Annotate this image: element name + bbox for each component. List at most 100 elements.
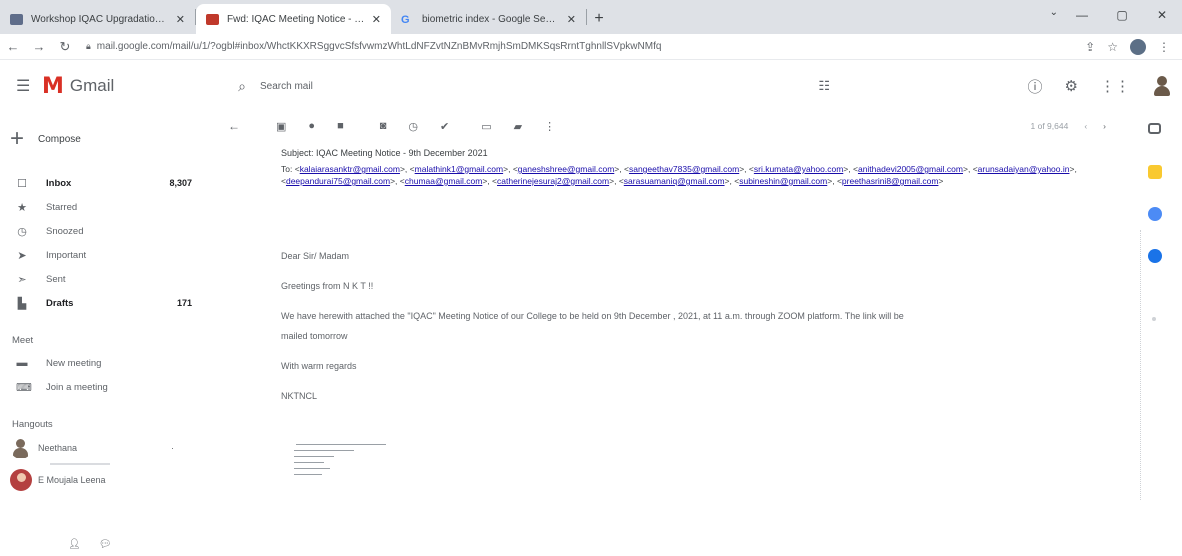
sidebar-item-drafts[interactable]: ▙ Drafts 171 xyxy=(0,291,210,315)
recipient-email-link[interactable]: chumaa@gmail.com xyxy=(405,176,483,186)
recipient-email-link[interactable]: preethasrini8@gmail.com xyxy=(842,176,939,186)
help-icon[interactable]: ⓘ xyxy=(1028,76,1043,97)
sidebar-item-label: Starred xyxy=(46,201,78,213)
chat-bubble-icon[interactable]: 💬︎ xyxy=(99,539,112,550)
draft-count: 171 xyxy=(176,298,192,308)
browser-tab-bar: Workshop IQAC Upgradation Si ✕ Fwd: IQAC… xyxy=(0,0,1182,34)
close-tab-icon[interactable]: ✕ xyxy=(176,13,185,26)
more-options-icon[interactable]: ⋮ xyxy=(544,120,555,133)
add-task-icon[interactable]: ✔ xyxy=(440,120,449,133)
apps-grid-icon[interactable]: ⋮⋮ xyxy=(1100,77,1130,95)
new-tab-button[interactable]: + xyxy=(587,4,611,34)
close-window-icon[interactable]: ✕ xyxy=(1142,0,1182,30)
forward-arrow-icon[interactable]: → xyxy=(26,39,52,54)
browser-tab-2[interactable]: Fwd: IQAC Meeting Notice - 9th ✕ xyxy=(196,4,391,34)
minimize-icon[interactable]: — xyxy=(1062,0,1102,30)
recipient-email-link[interactable]: sri.kumata@yahoo.com xyxy=(754,164,843,174)
snooze-icon[interactable]: ◷ xyxy=(408,120,418,133)
search-bar[interactable]: ⌕ Search mail ☷ xyxy=(224,70,844,102)
recipient-email-link[interactable]: catherinejesuraj2@gmail.com xyxy=(497,176,609,186)
recipient-email-link[interactable]: malathink1@gmail.com xyxy=(415,164,503,174)
recipient-email-link[interactable]: subineshin@gmail.com xyxy=(739,176,827,186)
sidebar-item-sent[interactable]: ➣ Sent xyxy=(0,267,210,291)
browser-tab-3[interactable]: G biometric index - Google Search ✕ xyxy=(391,4,586,34)
reload-icon[interactable]: ↻ xyxy=(52,39,78,55)
delete-icon[interactable]: ■ xyxy=(337,120,344,132)
meet-item-label: New meeting xyxy=(46,357,102,369)
recipient-email-link[interactable]: arunsadaiyan@yahoo.in xyxy=(978,164,1070,174)
email-toolbar: ← ▣ ● ■ ◙ ◷ ✔ ▭ ▰ ⋮ xyxy=(228,119,577,133)
body-line: mailed tomorrow xyxy=(281,331,348,341)
send-icon: ➣ xyxy=(17,273,27,286)
sidebar-item-label: Important xyxy=(46,249,87,261)
unread-count: 8,307 xyxy=(169,178,192,188)
google-g-icon: G xyxy=(401,13,410,26)
tasks-icon[interactable] xyxy=(1148,207,1162,221)
browser-toolbar: ← → ↻ 🔒︎ mail.google.com/mail/u/1/?ogbl#… xyxy=(0,34,1182,60)
greeting: Dear Sir/ Madam xyxy=(281,251,350,261)
compose-button[interactable]: + Compose xyxy=(10,125,81,153)
sidebar-item-label: Inbox xyxy=(46,177,72,189)
search-icon[interactable]: ⌕ xyxy=(224,78,260,95)
recipient-email-link[interactable]: sangeethav7835@gmail.com xyxy=(629,164,739,174)
archive-icon[interactable]: ▣ xyxy=(276,120,286,133)
close-tab-icon[interactable]: ✕ xyxy=(372,13,381,26)
account-avatar[interactable] xyxy=(1152,75,1172,97)
back-arrow-icon[interactable]: ← xyxy=(0,39,26,54)
tab-title: biometric index - Google Search xyxy=(422,13,561,25)
to-label: To: xyxy=(281,164,293,174)
move-to-icon[interactable]: ▭ xyxy=(481,120,491,133)
sidebar-item-inbox[interactable]: ☐ Inbox 8,307 xyxy=(0,171,210,195)
recipient-email-link[interactable]: anithadevi2005@gmail.com xyxy=(858,164,963,174)
closing: With warm regards xyxy=(281,361,357,371)
contact-status-line xyxy=(50,463,110,465)
hangout-contact[interactable]: E Moujala Leena xyxy=(10,469,106,491)
attachment-thumbnail[interactable] xyxy=(286,442,396,480)
side-panel xyxy=(1130,111,1182,556)
sidebar-item-starred[interactable]: ★ Starred xyxy=(0,195,210,219)
meet-item-label: Join a meeting xyxy=(46,382,108,393)
contact-avatar xyxy=(10,437,32,459)
browser-menu-icon[interactable]: ⋮ xyxy=(1158,40,1170,54)
body-line: We have herewith attached the "IQAC" Mee… xyxy=(281,311,904,321)
close-tab-icon[interactable]: ✕ xyxy=(567,13,576,26)
profile-avatar[interactable] xyxy=(1130,38,1146,55)
share-icon[interactable]: ⇪ xyxy=(1085,40,1095,54)
add-on-icon[interactable] xyxy=(1152,317,1156,321)
calendar-icon[interactable] xyxy=(1148,123,1161,134)
label-icon[interactable]: ▰ xyxy=(514,120,522,133)
email-view: ← ▣ ● ■ ◙ ◷ ✔ ▭ ▰ ⋮ 1 of 9,644 ‹ › Subje… xyxy=(210,111,1130,556)
prev-email-icon[interactable]: ‹ xyxy=(1084,121,1087,131)
join-meeting-link[interactable]: ⌨ Join a meeting xyxy=(16,381,108,394)
browser-tab-1[interactable]: Workshop IQAC Upgradation Si ✕ xyxy=(0,4,195,34)
new-meeting-link[interactable]: ▬ New meeting xyxy=(16,357,102,369)
hangout-contact[interactable]: Neethana · xyxy=(10,437,174,459)
keep-icon[interactable] xyxy=(1148,165,1162,179)
next-email-icon[interactable]: › xyxy=(1103,121,1106,131)
maximize-icon[interactable]: ▢ xyxy=(1102,0,1142,30)
address-bar[interactable]: 🔒︎ mail.google.com/mail/u/1/?ogbl#inbox/… xyxy=(78,37,1085,57)
contact-name: E Moujala Leena xyxy=(38,475,106,485)
inbox-icon: ☐ xyxy=(17,177,27,190)
bookmark-star-icon[interactable]: ☆ xyxy=(1107,40,1118,54)
back-to-inbox-icon[interactable]: ← xyxy=(228,119,240,133)
settings-gear-icon[interactable]: ⚙ xyxy=(1065,77,1078,95)
mark-unread-icon[interactable]: ◙ xyxy=(380,120,387,132)
recipient-email-link[interactable]: kalaiarasanktr@gmail.com xyxy=(300,164,400,174)
scrollbar[interactable] xyxy=(1140,230,1142,500)
recipient-email-link[interactable]: deepandurai75@gmail.com xyxy=(286,176,390,186)
tab-search-chevron-icon[interactable]: ⌄ xyxy=(1050,7,1058,18)
sidebar-item-important[interactable]: ➤ Important xyxy=(0,243,210,267)
search-input[interactable]: Search mail xyxy=(260,81,818,92)
search-options-icon[interactable]: ☷ xyxy=(818,78,844,94)
gmail-logo[interactable]: M Gmail xyxy=(42,74,212,99)
recipient-email-link[interactable]: sarasuamaniq@gmail.com xyxy=(624,176,725,186)
contact-name: Neethana xyxy=(38,443,78,453)
contacts-icon[interactable] xyxy=(1148,249,1162,263)
url-text: mail.google.com/mail/u/1/?ogbl#inbox/Whc… xyxy=(96,41,662,52)
recipient-email-link[interactable]: ganeshshree@gmail.com xyxy=(518,164,615,174)
sidebar-item-snoozed[interactable]: ◷ Snoozed xyxy=(0,219,210,243)
report-spam-icon[interactable]: ● xyxy=(308,120,315,132)
main-menu-icon[interactable]: ☰ xyxy=(0,76,42,96)
person-icon[interactable]: 👤︎ xyxy=(68,539,81,550)
